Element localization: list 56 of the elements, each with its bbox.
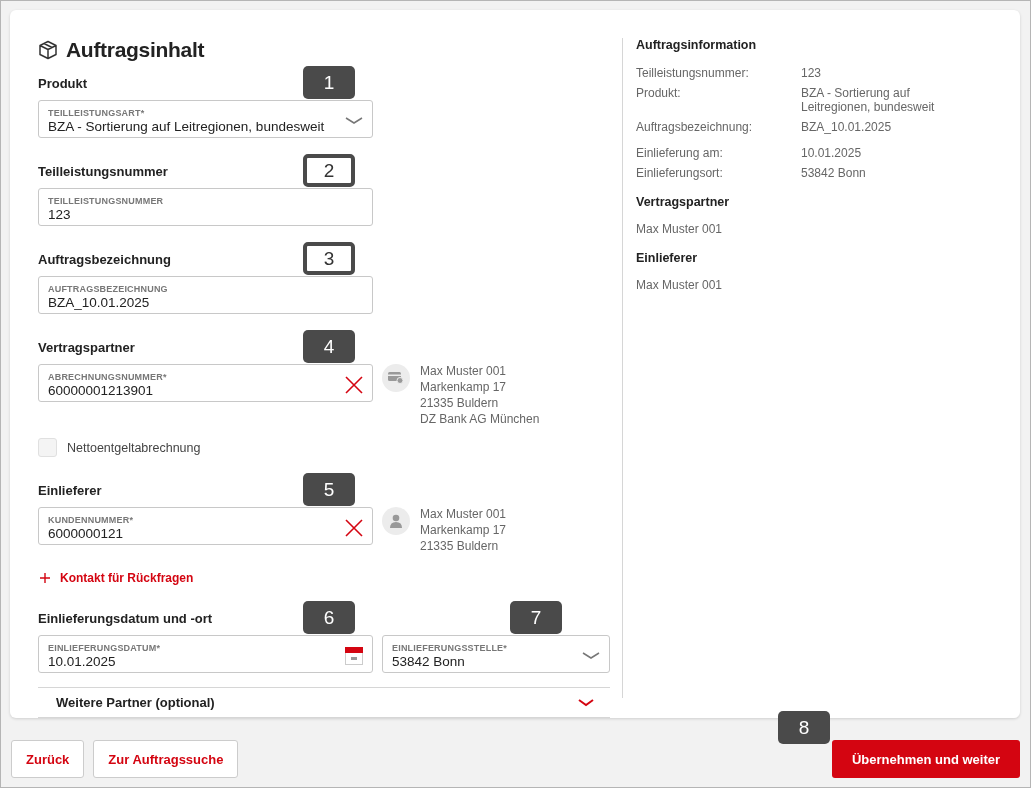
- input-field[interactable]: ABRECHNUNGSNUMMER* 60000001213901: [38, 364, 373, 402]
- box-icon: [38, 40, 58, 60]
- calendar-icon[interactable]: [345, 647, 363, 665]
- info-value: BZA_10.01.2025: [801, 120, 893, 134]
- secondary-button[interactable]: Zurück: [11, 740, 85, 778]
- chevron-down-icon[interactable]: [345, 116, 363, 126]
- number-badge: 5: [303, 473, 355, 506]
- info-label: Teilleistungsnummer:: [636, 66, 750, 80]
- accordion-header[interactable]: Weitere Partner (optional): [38, 687, 610, 718]
- info-value: BZA - Sortierung auf Leitregionen, bundesweit: [801, 86, 936, 114]
- section-label: Einlieferungsdatum und -ort: [38, 611, 213, 626]
- checkbox[interactable]: [38, 438, 57, 457]
- info-label: Produkt:: [636, 86, 682, 102]
- chevron-down-icon: [578, 698, 594, 707]
- info-label: Einlieferungsort:: [636, 166, 724, 180]
- party-name: Max Muster 001: [636, 222, 724, 236]
- plus-icon: [40, 573, 50, 583]
- close-icon[interactable]: [345, 376, 363, 394]
- info-value: 53842 Bonn: [801, 166, 867, 180]
- info-label: Auftragsbezeichnung:: [636, 120, 754, 134]
- input-field[interactable]: AUFTRAGSBEZEICHNUNG BZA_10.01.2025: [38, 276, 373, 314]
- secondary-button[interactable]: Zur Auftragssuche: [93, 740, 239, 778]
- section-label: Teilleistungsnummer: [38, 164, 168, 179]
- number-badge: 8: [778, 711, 830, 744]
- primary-button[interactable]: Übernehmen und weiter: [832, 740, 1020, 778]
- section-label: Einlieferer: [38, 483, 102, 498]
- number-badge: 6: [303, 601, 355, 634]
- close-icon[interactable]: [345, 519, 363, 537]
- person-icon: [389, 514, 403, 528]
- number-badge: 2: [303, 154, 355, 187]
- card-icon: [388, 372, 404, 384]
- section-title: Auftragsinhalt: [66, 38, 205, 62]
- number-badge: 7: [510, 601, 562, 634]
- party-name: Max Muster 001: [636, 278, 724, 292]
- info-value: 10.01.2025: [801, 146, 863, 160]
- dropdown-field[interactable]: EINLIEFERUNGSSTELLE* 53842 Bonn: [382, 635, 610, 673]
- info-value: 123: [801, 66, 823, 80]
- number-badge: 4: [303, 330, 355, 363]
- section-label: Produkt: [38, 76, 88, 91]
- number-badge: 3: [303, 242, 355, 275]
- section-label: Auftragsbezeichnung: [38, 252, 171, 267]
- address-text: Max Muster 001 Markenkamp 17 21335 Buldern DZ Bank AG München: [420, 363, 540, 427]
- input-field[interactable]: KUNDENNUMMER* 6000000121: [38, 507, 373, 545]
- chevron-down-icon[interactable]: [582, 651, 600, 661]
- input-field[interactable]: EINLIEFERUNGSDATUM* 10.01.2025: [38, 635, 373, 673]
- number-badge: 1: [303, 66, 355, 99]
- dropdown-field[interactable]: TEILLEISTUNGSART* BZA - Sortierung auf Leitregionen, bundesweit: [38, 100, 373, 138]
- input-field[interactable]: TEILLEISTUNGSNUMMER 123: [38, 188, 373, 226]
- checkbox-label: Nettoentgeltabrechnung: [67, 440, 201, 455]
- summary-title: Auftragsinformation: [636, 38, 758, 52]
- info-label: Einlieferung am:: [636, 146, 724, 160]
- party-title: Vertragspartner: [636, 195, 731, 209]
- section-label: Vertragspartner: [38, 340, 135, 355]
- add-contact-link[interactable]: Kontakt für Rückfragen: [38, 571, 194, 585]
- party-title: Einlieferer: [636, 251, 699, 265]
- address-text: Max Muster 001 Markenkamp 17 21335 Buldern: [420, 506, 507, 554]
